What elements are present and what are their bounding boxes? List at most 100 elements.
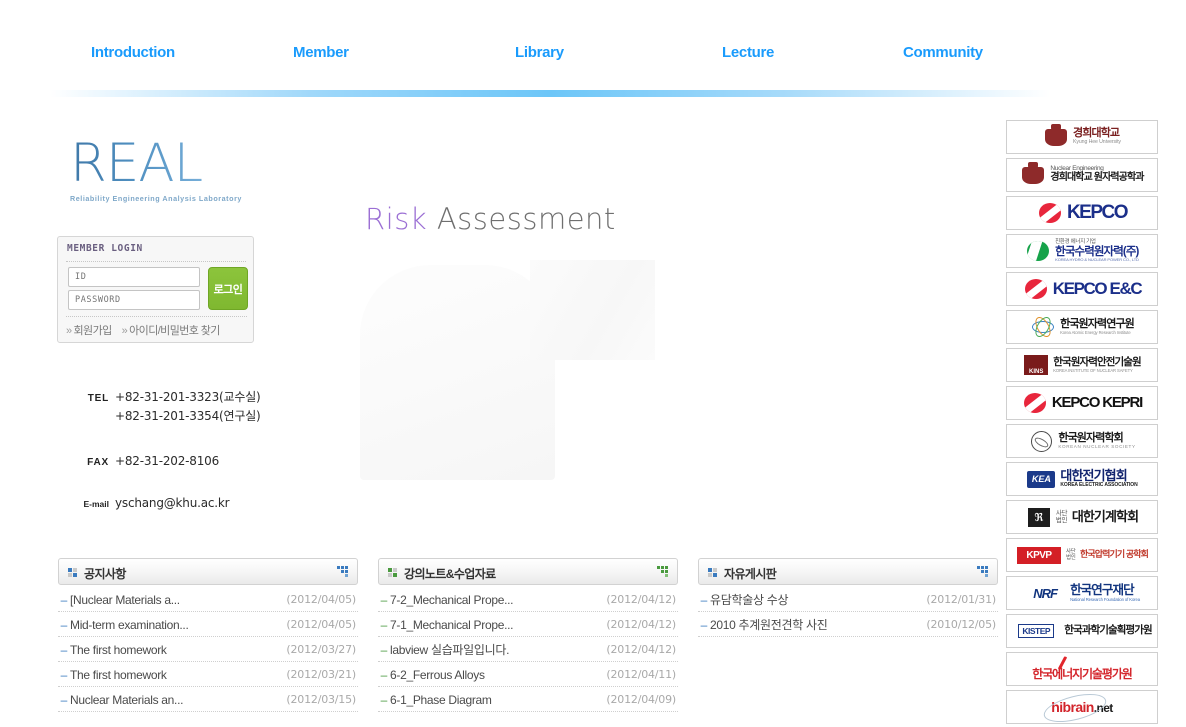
list-item[interactable]: – labview 실습파일입니다. (2012/04/12) [378, 637, 678, 662]
list-item-date: (2012/04/05) [286, 618, 356, 631]
list-item[interactable]: –2010 추계원전견학 사진 (2010/12/05) [698, 612, 998, 637]
banner-photo-right [530, 260, 655, 360]
list-item-title: Mid-term examination... [70, 618, 189, 632]
partner-name: 대한기계학회 [1071, 509, 1139, 525]
list-item-date: (2012/04/12) [606, 643, 676, 656]
list-item-title: 2010 추계원전견학 사진 [710, 618, 828, 632]
member-login-box: MEMBER LOGIN 로그인 »회원가입 »아이디/비밀번호 찾기 [57, 236, 254, 343]
board-header: 공지사항 [58, 558, 358, 585]
nav-item-library[interactable]: Library [515, 44, 564, 61]
list-item-title: [Nuclear Materials a... [70, 593, 180, 607]
more-dots-icon[interactable] [337, 566, 349, 577]
list-item[interactable]: – 유담학술상 수상 (2012/01/31) [698, 587, 998, 612]
partner-logo-kistep[interactable]: KISTEP 한국과학기술획평가원 [1006, 614, 1158, 648]
nav-gradient-divider [50, 90, 1050, 97]
partner-name: KEPCO KEPRI [1051, 394, 1143, 412]
list-item-title: Nuclear Materials an... [70, 693, 184, 707]
partner-logo-ketep[interactable]: 한국에너지기술평가원 [1006, 652, 1158, 686]
partner-name: 한국연구재단 [1070, 582, 1135, 597]
contact-info: TEL +82-31-201-3323(교수실) +82-31-201-3354… [70, 388, 300, 512]
login-password-input[interactable] [68, 290, 200, 310]
contact-tel-row-2: +82-31-201-3354(연구실) [70, 407, 300, 424]
list-item-date: (2012/04/12) [606, 618, 676, 631]
contact-email-label: E-mail [83, 499, 109, 509]
board-list: – 유담학술상 수상 (2012/01/31) –2010 추계원전견학 사진 (20… [698, 587, 998, 637]
partner-logo-ksme[interactable]: ℜ 사단 법인 대한기계학회 [1006, 500, 1158, 534]
bullet-dash: – [60, 618, 68, 632]
nav-item-community[interactable]: Community [903, 44, 983, 61]
khnp-emblem-icon [1025, 239, 1051, 263]
list-item[interactable]: –6-1_Phase Diagram (2012/04/09) [378, 687, 678, 712]
board-header: 강의노트&수업자료 [378, 558, 678, 585]
site-logo[interactable]: REAL Reliability Engineering Analysis La… [70, 136, 250, 212]
partner-logo-kepco[interactable]: KEPCO [1006, 196, 1158, 230]
list-item[interactable]: –7-1_Mechanical Prope... (2012/04/12) [378, 612, 678, 637]
partner-logo-kins[interactable]: KINS 한국원자력안전기술원 KOREA INSTITUTE OF NUCLE… [1006, 348, 1158, 382]
partner-name: KEPCO E&C [1052, 279, 1143, 299]
contact-email-value[interactable]: yschang@khu.ac.kr [115, 496, 230, 510]
board-list: – [Nuclear Materials a... (2012/04/05) – Mi… [58, 587, 358, 712]
find-id-password-link[interactable]: » 아이디/비밀번호 찾기 [121, 322, 221, 338]
nav-item-introduction[interactable]: Introduction [91, 44, 175, 61]
partner-logo-kaeri[interactable]: 한국원자력연구원 Korea Atomic Energy Research In… [1006, 310, 1158, 344]
nav-item-lecture[interactable]: Lecture [722, 44, 774, 61]
partner-name: 한국수력원자력(주) [1055, 245, 1139, 258]
list-item[interactable]: – The first homework (2012/03/21) [58, 662, 358, 687]
partner-subtitle: KOREAN NUCLEAR SOCIETY [1058, 443, 1136, 449]
list-item[interactable]: – Nuclear Materials an... (2012/03/15) [58, 687, 358, 712]
list-item[interactable]: –7-2_Mechanical Prope... (2012/04/12) [378, 587, 678, 612]
partner-logo-kepco-kepri[interactable]: KEPCO KEPRI [1006, 386, 1158, 420]
partner-subtitle: Kyung Hee University [1073, 139, 1121, 146]
partner-subtitle: National Research Foundation of Korea [1070, 596, 1140, 602]
list-item[interactable]: – [Nuclear Materials a... (2012/04/05) [58, 587, 358, 612]
list-item[interactable]: – Mid-term examination... (2012/04/05) [58, 612, 358, 637]
partner-logo-korean-nuclear-society[interactable]: 한국원자력학회 KOREAN NUCLEAR SOCIETY [1006, 424, 1158, 458]
kepri-emblem-icon [1022, 391, 1048, 415]
more-dots-icon[interactable] [977, 566, 989, 577]
list-item[interactable]: –6-2_Ferrous Alloys (2012/04/11) [378, 662, 678, 687]
contact-tel-value-1: +82-31-201-3323(교수실) [115, 390, 261, 404]
partner-logo-korea-electric-association[interactable]: KEA 대한전기협회 KOREA ELECTRIC ASSOCIATION [1006, 462, 1158, 496]
board-title: 공지사항 [84, 567, 126, 581]
main-banner[interactable]: Risk Assessment [280, 120, 980, 520]
hibrain-wordmark: hibrain.net [1051, 699, 1114, 715]
login-id-input[interactable] [68, 267, 200, 287]
chevron-right-icon: » [121, 325, 128, 337]
partner-logo-kepco-enc[interactable]: KEPCO E&C [1006, 272, 1158, 306]
partner-subtitle: Korea Atomic Energy Research Institute [1060, 329, 1131, 335]
kistep-emblem-icon: KISTEP [1012, 619, 1060, 643]
partner-name: KEPCO [1066, 202, 1129, 224]
partner-prefix: 사단 법인 [1055, 509, 1068, 524]
list-item-date: (2012/04/09) [606, 693, 676, 706]
signup-link[interactable]: » 회원가입 [66, 322, 112, 338]
bullet-dash: – [700, 618, 708, 632]
logo-wordmark: REAL [70, 136, 250, 192]
page-root: Introduction Member Library Lecture Comm… [0, 0, 1186, 727]
grid-square-icon [68, 568, 77, 577]
bullet-dash: – [60, 693, 68, 707]
partner-logo-kyung-hee-university[interactable]: 경희대학교 Kyung Hee University [1006, 120, 1158, 154]
partner-logo-nrf[interactable]: NRF 한국연구재단 National Research Foundation … [1006, 576, 1158, 610]
partner-logo-kpvp[interactable]: KPVP 사단 법인 한국압력기기 공학회 [1006, 538, 1158, 572]
list-item[interactable]: – The first homework (2012/03/27) [58, 637, 358, 662]
login-submit-button[interactable]: 로그인 [208, 267, 248, 310]
partner-logo-khnp[interactable]: 친환경 에너지 기업 한국수력원자력(주) KOREA HYDRO & NUCL… [1006, 234, 1158, 268]
list-item-date: (2012/03/15) [286, 693, 356, 706]
top-navigation: Introduction Member Library Lecture Comm… [0, 0, 1186, 88]
more-dots-icon[interactable] [657, 566, 669, 577]
board-free: 자유게시판 – 유담학술상 수상 (2012/01/31) –2010 추계원전견학… [698, 558, 998, 718]
partner-name: 한국에너지기술평가원 [1032, 666, 1133, 681]
bullet-dash: – [60, 643, 68, 657]
hibrain-tld: .net [1093, 701, 1114, 715]
partner-logo-hibrain[interactable]: hibrain.net [1006, 690, 1158, 724]
nrf-emblem-icon: NRF [1033, 585, 1058, 601]
login-help-links: » 회원가입 » 아이디/비밀번호 찾기 [66, 316, 247, 338]
partner-name: 경희대학교 [1073, 127, 1120, 140]
partner-name: 한국과학기술획평가원 [1064, 624, 1153, 637]
grid-square-icon [708, 568, 717, 577]
nav-item-member[interactable]: Member [293, 44, 349, 61]
partner-logo-khu-nuclear-engineering[interactable]: Nuclear Engineering 경희대학교 원자력공학과 [1006, 158, 1158, 192]
chevron-right-icon: » [66, 325, 72, 337]
